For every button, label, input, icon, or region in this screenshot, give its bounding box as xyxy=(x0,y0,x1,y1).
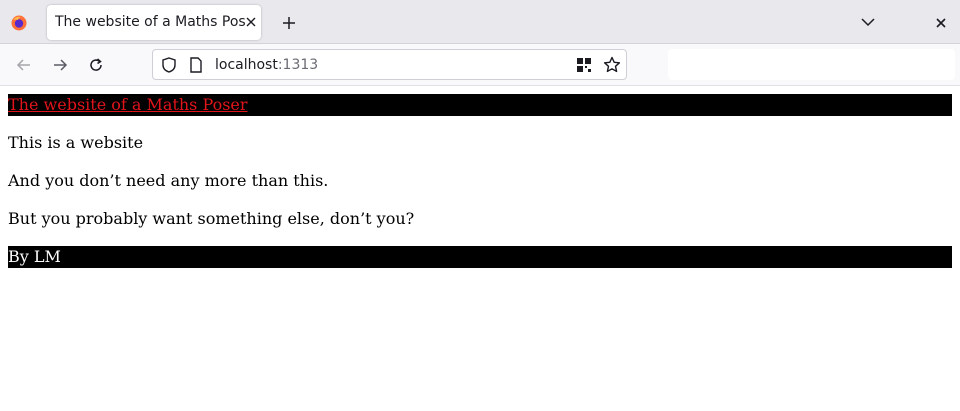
url-text[interactable]: localhost:1313 xyxy=(215,57,318,73)
close-icon[interactable] xyxy=(245,16,257,28)
arrow-right-icon[interactable] xyxy=(52,57,68,73)
paragraph: And you don’t need any more than this. xyxy=(8,171,329,190)
tab-title: The website of a Maths Poser xyxy=(55,14,245,30)
url-port: :1313 xyxy=(277,57,319,73)
navigation-toolbar: localhost:1313 xyxy=(0,44,960,86)
url-host: localhost xyxy=(215,57,278,73)
tab-bar: The website of a Maths Poser xyxy=(0,0,960,44)
firefox-icon[interactable] xyxy=(11,15,27,31)
paragraph: This is a website xyxy=(8,133,144,152)
qr-code-icon[interactable] xyxy=(577,58,591,72)
site-header: The website of a Maths Poser xyxy=(8,94,952,116)
reload-icon[interactable] xyxy=(88,57,104,73)
site-footer: By LM xyxy=(8,246,952,268)
plus-icon[interactable] xyxy=(282,16,296,30)
chevron-down-icon[interactable] xyxy=(861,17,875,27)
search-input[interactable] xyxy=(668,49,955,80)
page-icon[interactable] xyxy=(189,57,203,73)
star-icon[interactable] xyxy=(603,56,621,74)
page-content: The website of a Maths Poser This is a w… xyxy=(0,86,960,268)
shield-icon[interactable] xyxy=(161,57,177,73)
arrow-left-icon[interactable] xyxy=(16,57,32,73)
url-bar[interactable]: localhost:1313 xyxy=(152,49,627,80)
tab-active[interactable]: The website of a Maths Poser xyxy=(47,5,261,40)
window-close-icon[interactable] xyxy=(936,18,946,28)
site-title-link[interactable]: The website of a Maths Poser xyxy=(8,95,248,114)
paragraph: But you probably want something else, do… xyxy=(8,209,415,228)
